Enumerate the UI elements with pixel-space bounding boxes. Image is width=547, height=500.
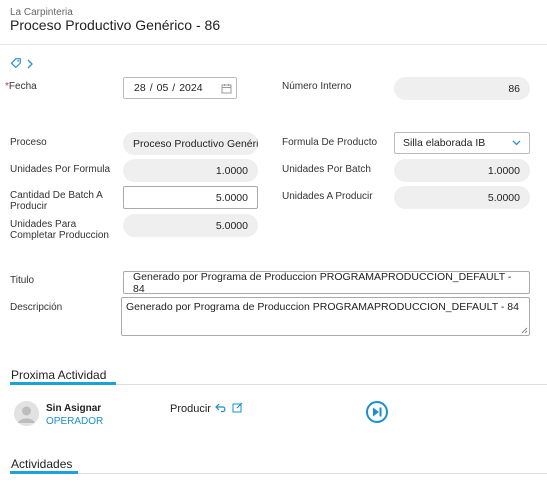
- unidades-completar-field: 5.0000: [123, 214, 258, 237]
- undo-icon[interactable]: [215, 403, 227, 413]
- cantidad-batch-input[interactable]: 5.0000: [123, 186, 258, 209]
- proceso-field: Proceso Productivo Genérico: [123, 132, 258, 155]
- unidades-a-producir-field: 5.0000: [394, 186, 530, 209]
- unidades-por-formula-label: Unidades Por Formula: [10, 164, 111, 175]
- descripcion-text: Generado por Programa de Produccion PROG…: [126, 301, 519, 313]
- cantidad-batch-label: Cantidad De Batch A Producir: [10, 190, 103, 212]
- header-divider: [0, 44, 547, 45]
- unidades-completar-label: Unidades Para Completar Produccion: [10, 219, 109, 241]
- numero-interno-label: Número Interno: [282, 81, 352, 92]
- numero-interno-field: 86: [394, 77, 530, 100]
- calendar-icon[interactable]: [221, 83, 232, 94]
- edit-icon[interactable]: [232, 402, 243, 413]
- unidades-por-batch-field: 1.0000: [394, 159, 530, 182]
- tags-toggle[interactable]: [10, 57, 34, 72]
- descripcion-textarea[interactable]: Generado por Programa de Produccion PROG…: [121, 297, 530, 336]
- titulo-label: Titulo: [10, 275, 35, 286]
- chevron-right-icon: [26, 58, 34, 72]
- formula-producto-label: Formula De Producto: [282, 137, 378, 148]
- formula-producto-select[interactable]: Silla elaborada IB: [394, 132, 530, 154]
- activity-name: Producir: [170, 403, 211, 415]
- section-divider: [10, 473, 547, 474]
- proceso-label: Proceso: [10, 137, 47, 148]
- page-title: Proceso Productivo Genérico - 86: [10, 17, 221, 33]
- fecha-year[interactable]: 2024: [179, 82, 202, 94]
- unidades-por-formula-field: 1.0000: [123, 159, 258, 182]
- chevron-down-icon: [512, 140, 521, 146]
- section-underline: [10, 382, 116, 385]
- fecha-date-input[interactable]: 28 / 05 / 2024: [123, 77, 237, 99]
- fecha-label: *Fecha: [5, 81, 37, 92]
- section-underline: [10, 471, 78, 474]
- play-next-icon[interactable]: [366, 401, 388, 423]
- fecha-month[interactable]: 05: [157, 82, 169, 94]
- date-separator: /: [149, 82, 153, 94]
- assignee-role-link[interactable]: OPERADOR: [46, 416, 103, 427]
- actividades-title: Actividades: [11, 457, 73, 471]
- resize-handle-icon[interactable]: [521, 327, 528, 334]
- date-separator: /: [172, 82, 176, 94]
- descripcion-label: Descripción: [10, 302, 63, 313]
- user-avatar-icon: [14, 401, 39, 426]
- assignee-name: Sin Asignar: [46, 403, 102, 414]
- titulo-input[interactable]: Generado por Programa de Produccion PROG…: [123, 271, 530, 295]
- unidades-a-producir-label: Unidades A Producir: [282, 191, 373, 202]
- unidades-por-batch-label: Unidades Por Batch: [282, 164, 371, 175]
- formula-producto-value: Silla elaborada IB: [403, 137, 486, 149]
- proxima-actividad-title: Proxima Actividad: [11, 368, 107, 382]
- fecha-day[interactable]: 28: [134, 82, 146, 94]
- tag-icon: [10, 57, 22, 72]
